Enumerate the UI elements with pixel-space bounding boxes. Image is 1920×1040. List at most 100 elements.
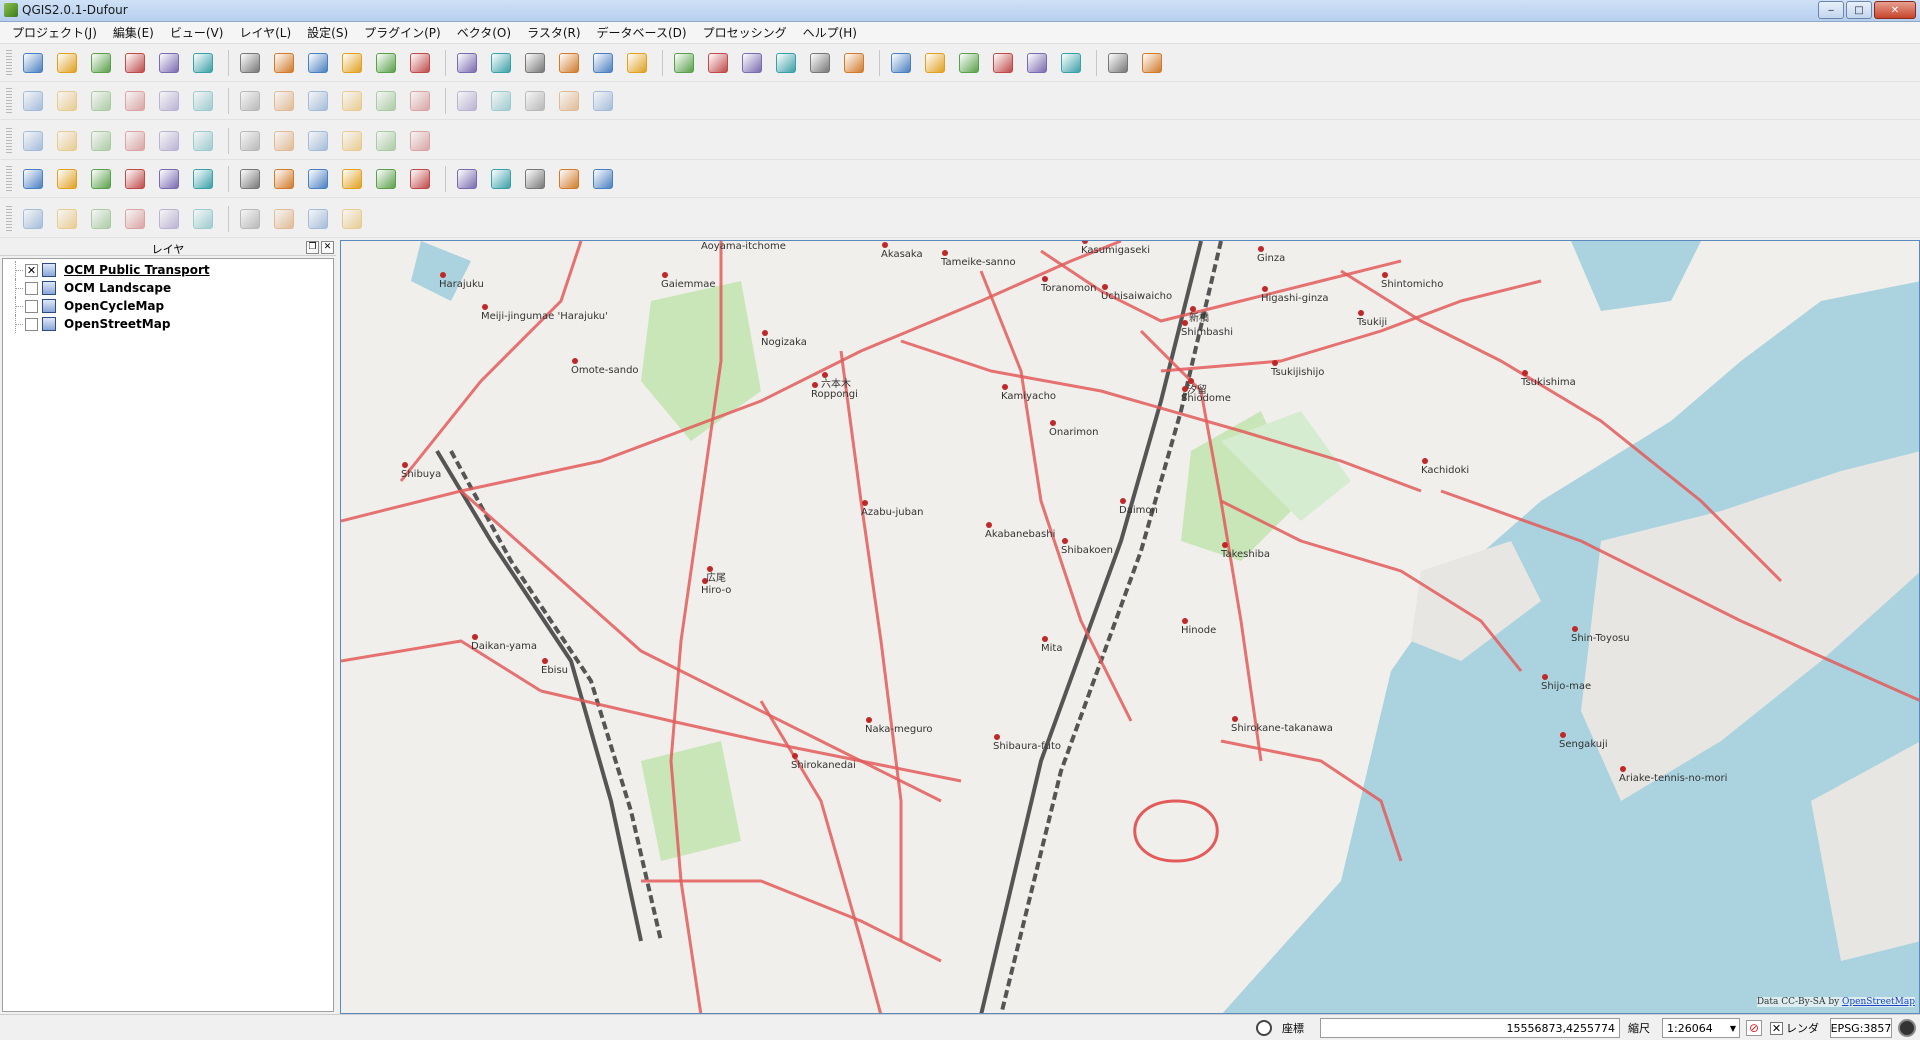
add-wfs-button[interactable]	[303, 164, 333, 194]
calculator-button[interactable]	[405, 126, 435, 156]
zoom-actual-button[interactable]	[405, 48, 435, 78]
whats-this-button[interactable]	[1137, 48, 1167, 78]
show-hide-labels-button[interactable]	[486, 86, 516, 116]
change-label-button[interactable]	[588, 86, 618, 116]
toolbar-grip[interactable]	[6, 49, 12, 76]
menu-settings[interactable]: 設定(S)	[299, 22, 356, 43]
zoom-to-layer-button[interactable]	[520, 48, 550, 78]
messages-button[interactable]	[1898, 1018, 1916, 1038]
zoom-full-button[interactable]	[452, 48, 482, 78]
add-postgis-button[interactable]	[86, 164, 116, 194]
composer-manager-button[interactable]	[188, 48, 218, 78]
raster-info-button[interactable]	[18, 126, 48, 156]
maximize-button[interactable]: □	[1846, 1, 1872, 19]
save-edits-button[interactable]	[86, 86, 116, 116]
save-as-button[interactable]	[120, 48, 150, 78]
globe-button[interactable]	[554, 164, 584, 194]
menu-plugins[interactable]: プラグイン(P)	[356, 22, 449, 43]
toolbar-grip[interactable]	[6, 205, 12, 232]
zoom-to-selection-button[interactable]	[486, 48, 516, 78]
show-bookmarks-button[interactable]	[1022, 48, 1052, 78]
menu-project[interactable]: プロジェクト(J)	[4, 22, 105, 43]
layer-visibility-checkbox[interactable]	[25, 281, 38, 295]
close-button[interactable]: ✕	[1874, 1, 1916, 19]
add-vector-button[interactable]	[18, 164, 48, 194]
render-checkbox[interactable]: ✕	[1770, 1021, 1783, 1035]
raster-contrast-button[interactable]	[235, 126, 265, 156]
new-spatialite-button[interactable]	[405, 164, 435, 194]
node-tool-button[interactable]	[188, 86, 218, 116]
statistics-button[interactable]	[886, 48, 916, 78]
menu-raster[interactable]: ラスタ(R)	[519, 22, 588, 43]
add-delimited-button[interactable]	[337, 164, 367, 194]
road-graph-button[interactable]	[520, 164, 550, 194]
openlayers-button[interactable]	[588, 164, 618, 194]
crs-status-button[interactable]: EPSG:3857	[1830, 1018, 1892, 1038]
layers-tree[interactable]: ✕ OCM Public Transport OCM Landscape OpenCy…	[2, 258, 334, 1012]
touch-zoom-button[interactable]	[303, 48, 333, 78]
digitize-4-button[interactable]	[120, 204, 150, 234]
add-wcs-button[interactable]	[269, 164, 299, 194]
digitize-9-button[interactable]	[303, 204, 333, 234]
add-raster-button[interactable]	[52, 164, 82, 194]
layer-row[interactable]: ✕ OCM Public Transport	[7, 261, 333, 279]
render-toggle[interactable]: ✕ レンダ	[1770, 1018, 1819, 1038]
digitize-2-button[interactable]	[52, 204, 82, 234]
raster-hist-button[interactable]	[52, 126, 82, 156]
new-shapefile-button[interactable]	[371, 164, 401, 194]
digitize-10-button[interactable]	[337, 204, 367, 234]
sun-button[interactable]	[337, 126, 367, 156]
coordinate-field[interactable]: 15556873,4255774	[1320, 1018, 1620, 1038]
raster-bright-button[interactable]	[154, 126, 184, 156]
coordinate-toggle[interactable]	[1254, 1018, 1274, 1038]
select-button[interactable]	[703, 48, 733, 78]
map-tips-button[interactable]	[954, 48, 984, 78]
menu-processing[interactable]: プロセッシング	[695, 22, 795, 43]
edits-button[interactable]	[18, 86, 48, 116]
deselect-button[interactable]	[771, 48, 801, 78]
toolbar-grip[interactable]	[6, 165, 12, 192]
help-button[interactable]	[1103, 48, 1133, 78]
new-project-button[interactable]	[18, 48, 48, 78]
select-tools-button[interactable]	[737, 48, 767, 78]
add-oracle-button[interactable]	[188, 164, 218, 194]
digitize-3-button[interactable]	[86, 204, 116, 234]
digitize-1-button[interactable]	[18, 204, 48, 234]
raster-stretch-button[interactable]	[86, 126, 116, 156]
move-label-button[interactable]	[520, 86, 550, 116]
digitize-8-button[interactable]	[269, 204, 299, 234]
delete-selected-button[interactable]	[235, 86, 265, 116]
gps-button[interactable]	[452, 164, 482, 194]
close-panel-button[interactable]: ✕	[321, 241, 334, 254]
zoom-in-button[interactable]	[337, 48, 367, 78]
move-feature-button[interactable]	[154, 86, 184, 116]
cut-features-button[interactable]	[269, 86, 299, 116]
new-print-composer-button[interactable]	[154, 48, 184, 78]
layer-labeling-button[interactable]	[405, 86, 435, 116]
menu-view[interactable]: ビュー(V)	[162, 22, 232, 43]
zoom-last-button[interactable]	[554, 48, 584, 78]
map-render[interactable]: Aoyama-itchome Akasaka Tameike-sanno Kasumi…	[341, 241, 1920, 1014]
digitize-7-button[interactable]	[235, 204, 265, 234]
toggle-editing-button[interactable]	[52, 86, 82, 116]
paste-features-button[interactable]	[337, 86, 367, 116]
grid-button[interactable]	[303, 126, 333, 156]
text-annotation-button[interactable]	[1056, 48, 1086, 78]
toolbar-grip[interactable]	[6, 127, 12, 154]
open-project-button[interactable]	[52, 48, 82, 78]
georeferencer-button[interactable]	[371, 126, 401, 156]
layer-row[interactable]: OpenCycleMap	[7, 297, 333, 315]
layer-row[interactable]: OCM Landscape	[7, 279, 333, 297]
pin-labels-button[interactable]	[452, 86, 482, 116]
field-calculator-button[interactable]	[805, 48, 835, 78]
save-project-button[interactable]	[86, 48, 116, 78]
pan-button[interactable]	[269, 48, 299, 78]
add-spatialite-button[interactable]	[120, 164, 150, 194]
raster-local-button[interactable]	[120, 126, 150, 156]
pan-to-selection-button[interactable]	[235, 48, 265, 78]
add-wms-button[interactable]	[235, 164, 265, 194]
digitize-5-button[interactable]	[154, 204, 184, 234]
float-panel-button[interactable]: ❐	[306, 241, 319, 254]
raster-dark-button[interactable]	[188, 126, 218, 156]
layer-row[interactable]: OpenStreetMap	[7, 315, 333, 333]
